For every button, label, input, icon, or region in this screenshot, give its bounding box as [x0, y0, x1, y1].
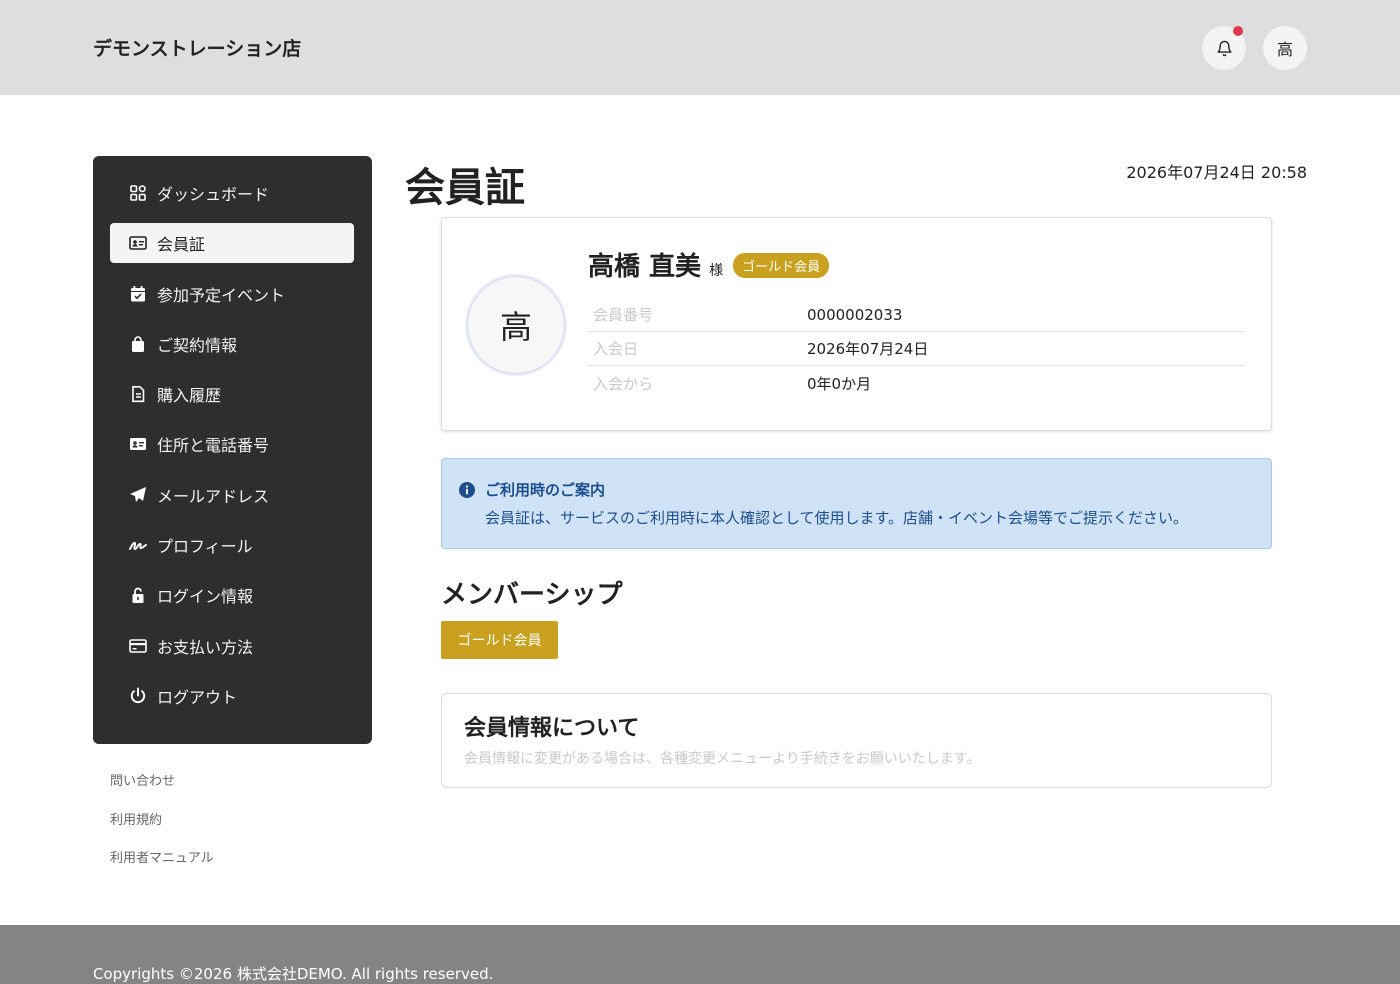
sidebar-item-contract[interactable]: ご契約情報	[110, 324, 354, 364]
sidebar-links: 問い合わせ 利用規約 利用者マニュアル	[110, 770, 214, 886]
top-header: デモンストレーション店 高	[0, 0, 1400, 95]
info-card-body: 会員情報に変更がある場合は、各種変更メニューより手続きをお願いいたします。	[464, 751, 981, 767]
sidebar-nav: ダッシュボード 会員証 参加予定イベント ご契約情報 購入履歴 住所と電話番号 …	[93, 156, 372, 744]
calendar-check-icon	[129, 285, 147, 303]
signature-icon	[129, 536, 147, 554]
notifications-button[interactable]	[1202, 26, 1246, 70]
id-card-icon	[129, 234, 147, 252]
notice-body: 会員証は、サービスのご利用時に本人確認として使用します。店舗・イベント会場等でご…	[485, 509, 1189, 527]
sidebar-item-label: ダッシュボード	[157, 185, 270, 204]
page-footer: Copyrights ©2026 株式会社DEMO. All rights re…	[0, 925, 1400, 984]
membership-section-title: メンバーシップ	[441, 580, 623, 610]
honorific: 様	[709, 263, 724, 279]
sidebar-item-label: プロフィール	[157, 537, 253, 557]
membership-chip: ゴールド会員	[441, 621, 558, 659]
document-icon	[129, 385, 147, 403]
table-row: 入会日 2026年07月24日	[588, 332, 1244, 366]
page-title: 会員証	[405, 165, 525, 211]
sidebar-item-label: 購入履歴	[157, 386, 222, 406]
shopping-bag-icon	[129, 335, 147, 353]
member-name: 高橋 直美	[588, 252, 702, 282]
brand-name[interactable]: デモンストレーション店	[93, 34, 301, 61]
credit-card-icon	[129, 637, 147, 655]
sidebar-item-profile[interactable]: プロフィール	[110, 525, 354, 565]
sidebar-item-label: 会員証	[157, 235, 206, 255]
membership-card: 高 高橋 直美 様 ゴールド会員 会員番号 0000002033 入会日 202…	[441, 217, 1272, 431]
sidebar-item-login-info[interactable]: ログイン情報	[110, 575, 354, 615]
sidebar-item-label: 参加予定イベント	[157, 285, 286, 305]
user-avatar-button[interactable]: 高	[1263, 26, 1307, 70]
sidebar-item-label: ログイン情報	[157, 587, 254, 607]
bell-icon	[1216, 40, 1232, 56]
contact-link[interactable]: 問い合わせ	[110, 770, 214, 809]
member-info-card: 会員情報について 会員情報に変更がある場合は、各種変更メニューより手続きをお願い…	[441, 693, 1272, 788]
table-row: 入会から 0年0か月	[588, 366, 1244, 400]
membership-duration-label: 入会から	[593, 374, 654, 393]
sidebar-item-purchase-history[interactable]: 購入履歴	[110, 374, 354, 414]
rank-badge: ゴールド会員	[733, 253, 830, 278]
sidebar-item-events[interactable]: 参加予定イベント	[110, 274, 354, 314]
member-number-label: 会員番号	[593, 306, 654, 324]
notification-dot	[1233, 26, 1243, 36]
paper-plane-icon	[129, 486, 147, 504]
sidebar-item-label: ログアウト	[157, 687, 238, 707]
address-card-icon	[129, 435, 147, 453]
notice-title: ご利用時のご案内	[485, 481, 606, 499]
membership-duration-value: 0年0か月	[807, 374, 872, 393]
user-manual-link[interactable]: 利用者マニュアル	[110, 847, 214, 886]
sidebar-item-membership-card[interactable]: 会員証	[110, 223, 354, 264]
sidebar-item-address-phone[interactable]: 住所と電話番号	[110, 424, 354, 464]
current-datetime: 2026年07月24日 20:58	[1126, 163, 1307, 182]
sidebar-item-logout[interactable]: ログアウト	[110, 676, 354, 716]
copyright-text: Copyrights ©2026 株式会社DEMO. All rights re…	[93, 965, 494, 983]
sidebar-item-email[interactable]: メールアドレス	[110, 475, 354, 515]
terms-link[interactable]: 利用規約	[110, 809, 214, 848]
sidebar-item-label: 住所と電話番号	[157, 436, 270, 456]
sidebar-item-label: お支払い方法	[157, 637, 254, 657]
info-icon	[459, 482, 475, 498]
sidebar-item-label: メールアドレス	[157, 486, 270, 506]
unlock-icon	[129, 586, 147, 604]
sidebar-item-dashboard[interactable]: ダッシュボード	[110, 173, 354, 213]
join-date-label: 入会日	[593, 340, 639, 358]
power-icon	[129, 687, 147, 705]
info-card-title: 会員情報について	[464, 716, 640, 741]
usage-notice: ご利用時のご案内 会員証は、サービスのご利用時に本人確認として使用します。店舗・…	[441, 458, 1272, 549]
member-avatar: 高	[467, 276, 565, 374]
member-name-row: 高橋 直美 様 ゴールド会員	[588, 246, 830, 283]
dashboard-icon	[129, 184, 147, 202]
join-date-value: 2026年07月24日	[807, 340, 929, 358]
sidebar-item-payment-method[interactable]: お支払い方法	[110, 626, 354, 666]
member-info-table: 会員番号 0000002033 入会日 2026年07月24日 入会から 0年0…	[588, 298, 1244, 400]
table-row: 会員番号 0000002033	[588, 298, 1244, 332]
member-number-value: 0000002033	[807, 305, 903, 324]
sidebar-item-label: ご契約情報	[157, 335, 238, 355]
